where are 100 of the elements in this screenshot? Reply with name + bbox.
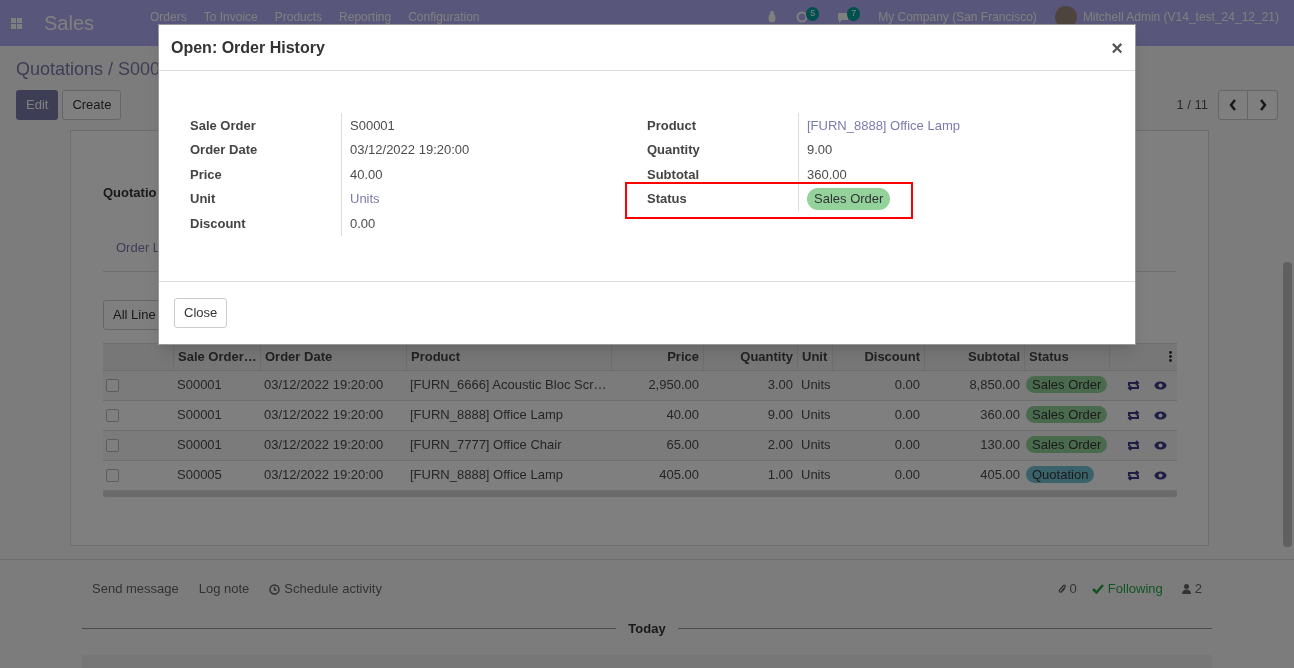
field-label: Subtotal [647,166,699,182]
row-checkbox[interactable] [106,408,119,422]
attachments-button[interactable]: 0 [1057,579,1077,599]
activity-icon[interactable] [796,11,809,23]
column-header[interactable]: Subtotal [968,346,1020,367]
table-cell-text: 40.00 [666,406,699,425]
previous-button[interactable] [1218,90,1248,120]
table-cell-text: 0.00 [894,406,920,425]
field-label: Price [190,166,222,182]
create-button[interactable]: Create [62,90,122,120]
table-cell-text: S00001 [177,376,222,395]
field-value: 360.00 [807,165,847,184]
table-cell-text: Units [801,376,831,395]
chevron-left-icon [1229,99,1237,111]
table-cell-text: S00001 [177,406,222,425]
table-cell-text: 0.00 [894,466,920,485]
table-cell-text: 03/12/2022 19:20:00 [264,436,384,455]
vertical-scrollbar[interactable] [1283,262,1292,547]
field-link[interactable]: [FURN_8888] Office Lamp [807,115,960,135]
table-cell-text: Units [801,436,831,455]
table-cell-text: Units [801,466,831,485]
status-badge: Sales Order [1026,406,1108,424]
status-badge: Sales Order [1026,376,1108,394]
date-separator: Today [628,620,666,638]
eye-icon[interactable] [1154,440,1167,450]
paperclip-icon [1057,583,1067,595]
swap-icon[interactable] [1127,379,1140,391]
table-cell-text: 65.00 [666,436,699,455]
table-cell-text: 405.00 [980,466,1020,485]
table-cell-text: 03/12/2022 19:20:00 [264,406,384,425]
column-header[interactable]: Discount [864,346,920,367]
table-cell-text: 2,950.00 [648,376,699,395]
table-cell-text: 0.00 [894,376,920,395]
status-badge: Sales Order [807,188,891,210]
table-row[interactable]: S00001 03/12/2022 19:20:00 [FURN_6666] Acoustic Bloc Scr… 2,950.00 3.00 Units 0.00 8,850.00 Sales Order [103,370,1177,401]
field-label: Order Date [190,142,258,157]
chat-icon[interactable] [837,11,850,23]
table-row[interactable]: S00001 03/12/2022 19:20:00 [FURN_7777] Office Chair 65.00 2.00 Units 0.00 130.00 Sales Order [103,430,1177,461]
check-icon [1091,584,1104,594]
table-cell-text: 130.00 [980,436,1020,455]
column-header[interactable]: Unit [802,346,828,367]
table-cell-text: [FURN_7777] Office Chair [410,436,562,455]
table-cell-text: S00005 [177,466,222,485]
table-cell-text: 405.00 [659,466,699,485]
table-cell-text: 8,850.00 [969,376,1020,395]
next-button[interactable] [1248,90,1278,120]
column-header[interactable]: Status [1029,346,1069,367]
row-checkbox[interactable] [106,378,119,392]
schedule-activity-link[interactable]: Schedule activity [269,579,382,599]
swap-icon[interactable] [1127,409,1140,421]
dialog-title: Open: Order History [171,37,325,58]
field-label: Unit [190,191,216,206]
table-cell-text: 0.00 [894,436,920,455]
field-value: 0.00 [350,214,376,233]
field-value: 9.00 [807,141,833,159]
swap-icon[interactable] [1127,439,1140,451]
table-cell-text: 03/12/2022 19:20:00 [264,376,384,395]
field-label: Status [647,191,687,206]
field-link[interactable]: Units [350,189,380,209]
column-header[interactable]: Product [411,346,461,367]
eye-icon[interactable] [1154,410,1167,420]
field-value: S00001 [350,116,395,135]
status-badge: Quotation [1026,466,1095,484]
swap-icon[interactable] [1127,469,1140,481]
section-label: Quotatio [103,184,158,202]
activity-count-badge: 5 [806,7,820,21]
edit-button[interactable]: Edit [16,90,59,120]
field-label: Product [647,117,697,133]
table-cell-text: 360.00 [980,406,1020,425]
followers-button[interactable]: 2 [1181,579,1202,599]
field-label: Discount [190,215,246,231]
breadcrumb: Quotations / S000 [16,58,162,81]
user-icon [1181,584,1191,594]
field-value: 40.00 [350,165,383,184]
kebab-menu-icon[interactable] [1169,351,1172,362]
eye-icon[interactable] [1154,470,1167,480]
column-header[interactable]: Order Date [265,346,333,367]
column-header[interactable]: Quantity [740,346,793,367]
log-note-link[interactable]: Log note [198,579,250,599]
field-label: Sale Order [190,117,256,133]
field-value: 03/12/2022 19:20:00 [350,141,470,159]
send-message-link[interactable]: Send message [92,579,179,599]
clock-icon [269,583,281,595]
table-cell-text: 3.00 [767,376,793,395]
message-count-badge: 7 [847,7,861,21]
table-cell-text: [FURN_8888] Office Lamp [410,466,563,485]
column-header[interactable]: Price [667,346,699,367]
status-badge: Sales Order [1026,436,1108,454]
close-button[interactable]: Close [174,298,228,328]
field-label: Quantity [647,142,700,157]
following-button[interactable]: Following [1091,579,1163,599]
table-cell-text: S00001 [177,436,222,455]
table-cell-text: Units [801,406,831,425]
row-checkbox[interactable] [106,468,119,482]
table-cell-text: 1.00 [767,466,793,485]
pager-value: 1 / 11 [1176,96,1208,115]
column-header[interactable]: Sale Order… [178,346,257,367]
eye-icon[interactable] [1154,380,1167,390]
table-cell-text: 9.00 [767,406,793,425]
row-checkbox[interactable] [106,438,119,452]
